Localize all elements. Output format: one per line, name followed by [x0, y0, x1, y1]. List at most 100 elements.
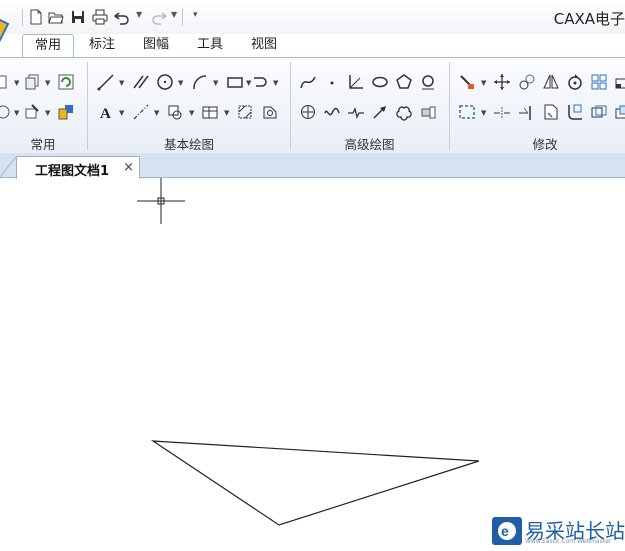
redo-button[interactable]: [150, 8, 168, 26]
dropdown-arrow-icon[interactable]: ▼: [189, 109, 194, 117]
rectangle-icon[interactable]: [225, 72, 245, 92]
tab-edge-decoration: [0, 156, 17, 178]
new-file-button[interactable]: [27, 8, 45, 26]
refresh-icon[interactable]: [56, 72, 76, 92]
arc-icon[interactable]: [190, 72, 210, 92]
drawing-area: [137, 178, 480, 526]
polyline-icon[interactable]: [250, 72, 270, 92]
mirror-icon[interactable]: [541, 72, 561, 92]
drawing-canvas[interactable]: [0, 178, 625, 548]
tab-annotation[interactable]: 标注: [80, 34, 124, 57]
cloud-line-icon[interactable]: [394, 102, 414, 122]
scale-icon[interactable]: [613, 72, 625, 92]
polygon-icon[interactable]: [394, 72, 414, 92]
save-icon: [72, 11, 84, 23]
extend-icon[interactable]: [517, 102, 537, 122]
center-hole-icon[interactable]: [298, 102, 318, 122]
copy-layer-icon[interactable]: [22, 72, 42, 92]
tab-tools[interactable]: 工具: [188, 34, 232, 57]
customize-icon[interactable]: ▾: [193, 10, 198, 20]
undo-dropdown-icon[interactable]: ▼: [136, 10, 142, 19]
svg-text:A: A: [100, 106, 111, 121]
ellipse-icon[interactable]: [370, 72, 390, 92]
line-icon[interactable]: [96, 72, 116, 92]
circle-icon[interactable]: [155, 72, 175, 92]
table-icon[interactable]: [200, 102, 220, 122]
dropdown-arrow-icon[interactable]: ▼: [119, 109, 124, 117]
document-tab-label: 工程图文档1: [35, 164, 110, 179]
save-button[interactable]: [69, 8, 87, 26]
brush-icon[interactable]: [22, 102, 42, 122]
svg-text:e: e: [501, 523, 509, 539]
rotate-icon[interactable]: [565, 72, 585, 92]
group-label-advanced-drawing: 高级绘图: [344, 137, 395, 152]
redo-dropdown-icon[interactable]: ▼: [171, 10, 177, 19]
object-snap-icon[interactable]: [0, 102, 14, 122]
document-tab[interactable]: 工程图文档1 ×: [16, 156, 140, 179]
quick-access-separator: [22, 9, 23, 26]
dropdown-arrow-icon[interactable]: ▼: [119, 79, 124, 87]
group-label-basic-drawing: 基本绘图: [163, 137, 214, 152]
redo-icon: [152, 12, 167, 25]
window-select-icon[interactable]: [457, 102, 477, 122]
dropdown-arrow-icon[interactable]: ▼: [481, 109, 486, 117]
properties-icon[interactable]: [0, 72, 14, 92]
watermark-subtext: Www.Easck.Com Webmaster: [525, 538, 612, 545]
watermark-logo: e: [492, 517, 522, 545]
group-label-common: 常用: [30, 137, 56, 152]
dropdown-arrow-icon[interactable]: ▼: [273, 79, 278, 87]
dropdown-arrow-icon[interactable]: ▼: [45, 109, 50, 117]
double-break-line-icon[interactable]: [346, 102, 366, 122]
triangle-shape[interactable]: [150, 440, 480, 526]
open-folder-icon: [48, 12, 64, 24]
new-file-icon: [30, 9, 42, 25]
spline-icon[interactable]: [298, 72, 318, 92]
undo-icon: [114, 12, 129, 25]
group-label-modify: 修改: [532, 137, 558, 152]
dropdown-arrow-icon[interactable]: ▼: [14, 79, 19, 87]
format-painter-icon[interactable]: [56, 102, 76, 122]
print-icon: [92, 9, 108, 25]
offset-icon[interactable]: [589, 102, 609, 122]
copy-rotate-icon[interactable]: [517, 72, 537, 92]
tab-view[interactable]: 视图: [242, 34, 286, 57]
ring-icon[interactable]: [418, 72, 438, 92]
tab-sheet[interactable]: 图幅: [134, 34, 178, 57]
text-icon[interactable]: A: [96, 102, 116, 122]
app-title: CAXA电子: [553, 10, 625, 28]
block-insert-icon[interactable]: [165, 102, 185, 122]
dropdown-arrow-icon[interactable]: ▼: [178, 79, 183, 87]
crosshair-cursor: [137, 178, 185, 224]
delete-icon[interactable]: [457, 72, 477, 92]
quick-access-separator: [182, 9, 183, 26]
close-icon[interactable]: ×: [123, 160, 134, 175]
print-button[interactable]: [91, 8, 109, 26]
point-icon[interactable]: [322, 72, 342, 92]
wave-line-icon[interactable]: [322, 102, 342, 122]
parallel-line-icon[interactable]: [131, 72, 151, 92]
tab-common[interactable]: 常用: [22, 34, 74, 58]
arrow-icon[interactable]: [370, 102, 390, 122]
e-logo-icon: e: [498, 522, 516, 540]
dropdown-arrow-icon[interactable]: ▼: [224, 109, 229, 117]
dropdown-arrow-icon[interactable]: ▼: [481, 79, 486, 87]
watermark: e 易采站长站 Www.Easck.Com Webmaster: [490, 514, 625, 548]
break-icon[interactable]: [541, 102, 561, 122]
angle-line-icon[interactable]: [346, 72, 366, 92]
key-slot-icon[interactable]: [418, 102, 438, 122]
hatch-icon[interactable]: [235, 102, 255, 122]
open-file-button[interactable]: [47, 8, 65, 26]
array-icon[interactable]: [589, 72, 609, 92]
centerline-icon[interactable]: [131, 102, 151, 122]
dropdown-arrow-icon[interactable]: ▼: [14, 109, 19, 117]
undo-button[interactable]: [113, 8, 131, 26]
explode-icon[interactable]: [613, 102, 625, 122]
fill-icon[interactable]: [260, 102, 280, 122]
title-bar: ▼ ▼ ▾ CAXA电子: [0, 0, 625, 42]
dropdown-arrow-icon[interactable]: ▼: [154, 109, 159, 117]
dropdown-arrow-icon[interactable]: ▼: [45, 79, 50, 87]
trim-icon[interactable]: [492, 102, 512, 122]
move-icon[interactable]: [492, 72, 512, 92]
fillet-icon[interactable]: [565, 102, 585, 122]
dropdown-arrow-icon[interactable]: ▼: [213, 79, 218, 87]
